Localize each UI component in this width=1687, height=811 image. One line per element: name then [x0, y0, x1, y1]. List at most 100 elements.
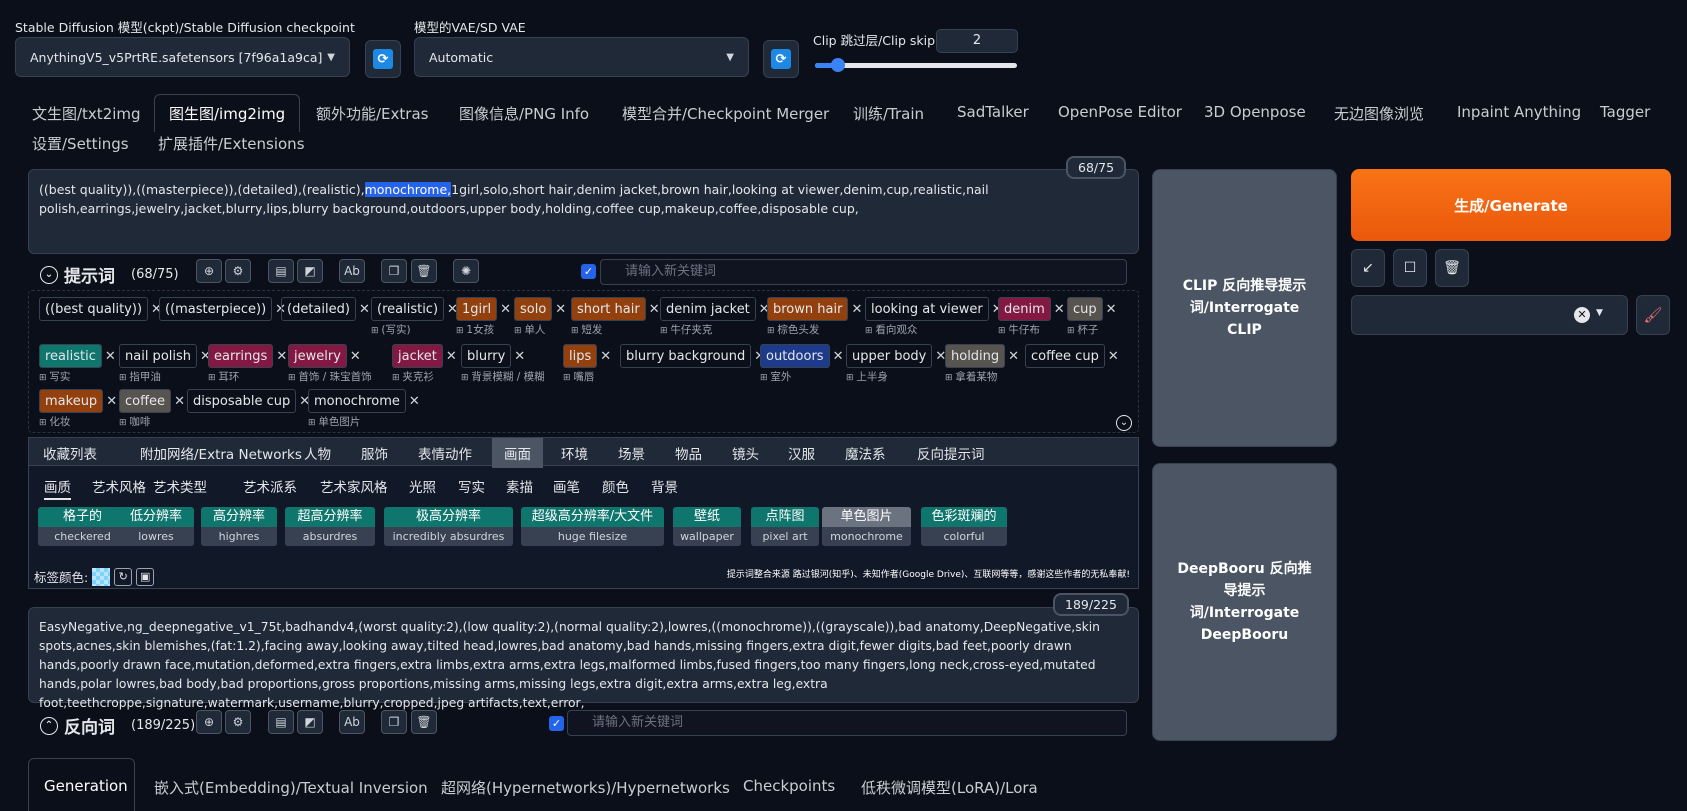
category-tab[interactable]: 收藏列表 — [43, 443, 97, 463]
tab-11[interactable]: Tagger — [1600, 103, 1650, 121]
subcategory-tab[interactable]: 艺术类型 — [153, 476, 207, 496]
bottom-tab-0[interactable]: Generation — [44, 777, 128, 795]
remove-tag-icon[interactable]: ✕ — [359, 302, 370, 317]
prompt-tag-label[interactable]: cup — [1067, 297, 1103, 321]
neg-history-button[interactable]: ▤ — [268, 710, 294, 734]
tab-2[interactable]: 额外功能/Extras — [316, 103, 428, 124]
prompt-tag[interactable]: ((masterpiece)) ✕ — [159, 297, 286, 321]
remove-tag-icon[interactable]: ✕ — [555, 302, 566, 317]
bottom-tab-1[interactable]: 嵌入式(Embedding)/Textual Inversion — [154, 777, 428, 798]
settings-button[interactable]: ⚙ — [225, 259, 251, 283]
prompt-keyword-checkbox[interactable]: ✓ — [581, 264, 596, 279]
clip-skip-slider-handle[interactable] — [831, 58, 846, 72]
tab-12[interactable]: 设置/Settings — [32, 133, 129, 154]
prompt-section-toggle[interactable]: ⌄ 提示词 (68/75) — [40, 262, 179, 287]
category-tab[interactable]: 场景 — [618, 443, 645, 463]
category-tab[interactable]: 服饰 — [361, 443, 388, 463]
prompt-tag-label[interactable]: monochrome — [308, 389, 406, 413]
neg-bookmark-button[interactable]: ◩ — [297, 710, 323, 734]
bottom-tab-4[interactable]: 低秩微调模型(LoRA)/Lora — [861, 777, 1038, 798]
prompt-tag-label[interactable]: (detailed) — [281, 297, 356, 321]
prompt-tag-label[interactable]: earrings — [208, 344, 274, 368]
prompt-tag[interactable]: (detailed) ✕ — [281, 297, 370, 321]
remove-tag-icon[interactable]: ✕ — [1108, 349, 1119, 364]
subcategory-tab[interactable]: 艺术家风格 — [320, 476, 388, 496]
translate-button[interactable]: ⊕ — [196, 259, 222, 283]
prompt-tag-label[interactable]: coffee cup — [1025, 344, 1105, 368]
interrogate-deepbooru-button[interactable]: DeepBooru 反向推导提示词/Interrogate DeepBooru — [1152, 463, 1337, 741]
remove-tag-icon[interactable]: ✕ — [174, 394, 185, 409]
prompt-tag[interactable]: lips ✕ — [563, 344, 611, 368]
tab-13[interactable]: 扩展插件/Extensions — [158, 133, 305, 154]
remove-tag-icon[interactable]: ✕ — [600, 349, 611, 364]
subcategory-tab[interactable]: 画质 — [44, 476, 71, 500]
trash-all-button[interactable]: 🗑 — [1435, 249, 1469, 287]
remove-tag-icon[interactable]: ✕ — [106, 394, 117, 409]
prompt-tag[interactable]: denim jacket ✕ — [660, 297, 770, 321]
remove-tag-icon[interactable]: ✕ — [446, 349, 457, 364]
negative-section-toggle[interactable]: ⌃ 反向词 (189/225) — [40, 713, 195, 738]
prompt-tag[interactable]: disposable cup ✕ — [187, 389, 310, 413]
clear-button[interactable]: 🗑 — [411, 259, 437, 283]
prompt-tag-label[interactable]: blurry background — [620, 344, 752, 368]
category-tab[interactable]: 镜头 — [732, 443, 759, 463]
remove-tag-icon[interactable]: ✕ — [1008, 349, 1019, 364]
tab-0[interactable]: 文生图/txt2img — [32, 103, 141, 124]
tab-6[interactable]: SadTalker — [957, 103, 1029, 121]
prompt-tag[interactable]: blurry ✕ — [461, 344, 525, 368]
expand-tags-icon[interactable]: ⌄ — [1116, 415, 1132, 431]
prompt-tag-label[interactable]: (realistic) — [371, 297, 445, 321]
prompt-tag[interactable]: holding ✕ — [945, 344, 1019, 368]
paste-button[interactable]: ☐ — [1393, 249, 1427, 287]
negative-keyword-checkbox[interactable]: ✓ — [549, 716, 564, 731]
tab-10[interactable]: Inpaint Anything — [1457, 103, 1581, 121]
prompt-tag-label[interactable]: ((masterpiece)) — [159, 297, 273, 321]
prompt-tag-label[interactable]: solo — [514, 297, 553, 321]
palette-icon[interactable]: ▣ — [136, 567, 155, 586]
prompt-tag-label[interactable]: denim — [998, 297, 1051, 321]
prompt-tag[interactable]: blurry background✕ — [620, 344, 765, 368]
remove-tag-icon[interactable]: ✕ — [105, 349, 116, 364]
category-tab[interactable]: 人物 — [304, 443, 331, 463]
prompt-tag-label[interactable]: holding — [945, 344, 1006, 368]
prompt-tag-label[interactable]: makeup — [39, 389, 104, 413]
subcategory-tab[interactable]: 背景 — [651, 476, 678, 496]
clip-skip-slider[interactable] — [815, 58, 1017, 72]
prompt-tag-label[interactable]: brown hair — [767, 297, 849, 321]
prompt-tag-label[interactable]: nail polish — [119, 344, 198, 368]
prompt-tag-label[interactable]: ((best quality)) — [39, 297, 149, 321]
prompt-tag-label[interactable]: disposable cup — [187, 389, 297, 413]
clear-icon[interactable]: ✕ — [1574, 307, 1590, 323]
prompt-tag[interactable]: brown hair ✕ — [767, 297, 862, 321]
apply-style-button[interactable]: 🖌 — [1636, 295, 1670, 335]
prompt-tag-label[interactable]: denim jacket — [660, 297, 756, 321]
bottom-tab-3[interactable]: Checkpoints — [743, 777, 835, 795]
remove-tag-icon[interactable]: ✕ — [350, 349, 361, 364]
prompt-tag-label[interactable]: looking at viewer — [865, 297, 989, 321]
neg-clear-button[interactable]: 🗑 — [411, 710, 437, 734]
tab-9[interactable]: 无边图像浏览 — [1334, 103, 1424, 124]
tag-chip[interactable]: 超级高分辨率/大文件 huge filesize — [521, 507, 664, 546]
tab-1[interactable]: 图生图/img2img — [154, 94, 301, 132]
tab-8[interactable]: 3D Openpose — [1204, 103, 1306, 121]
category-tab[interactable]: 附加网络/Extra Networks — [140, 443, 302, 463]
tag-chip[interactable]: 高分辨率 highres — [201, 507, 277, 546]
category-tab[interactable]: 表情动作 — [418, 443, 472, 463]
category-tab[interactable]: 画面 — [492, 438, 543, 468]
remove-tag-icon[interactable]: ✕ — [514, 349, 525, 364]
generate-button[interactable]: 生成/Generate — [1351, 169, 1671, 241]
refresh-vae-button[interactable]: ⟳ — [763, 40, 799, 78]
neg-text-format-button[interactable]: Ab — [339, 710, 365, 734]
tab-7[interactable]: OpenPose Editor — [1058, 103, 1182, 121]
prompt-tag[interactable]: coffee ✕ — [119, 389, 185, 413]
negative-keyword-input[interactable]: 请输入新关键词 — [567, 710, 1127, 736]
copy-button[interactable]: ❐ — [381, 259, 407, 283]
remove-tag-icon[interactable]: ✕ — [1054, 302, 1065, 317]
tag-chip[interactable]: 点阵图 pixel art — [751, 507, 819, 546]
subcategory-tab[interactable]: 颜色 — [602, 476, 629, 496]
prompt-tag-label[interactable]: jewelry — [288, 344, 347, 368]
prompt-tag[interactable]: short hair ✕ — [571, 297, 660, 321]
prompt-tag[interactable]: ((best quality)) ✕ — [39, 297, 162, 321]
remove-tag-icon[interactable]: ✕ — [1106, 302, 1117, 317]
bookmark-button[interactable]: ◩ — [297, 259, 323, 283]
